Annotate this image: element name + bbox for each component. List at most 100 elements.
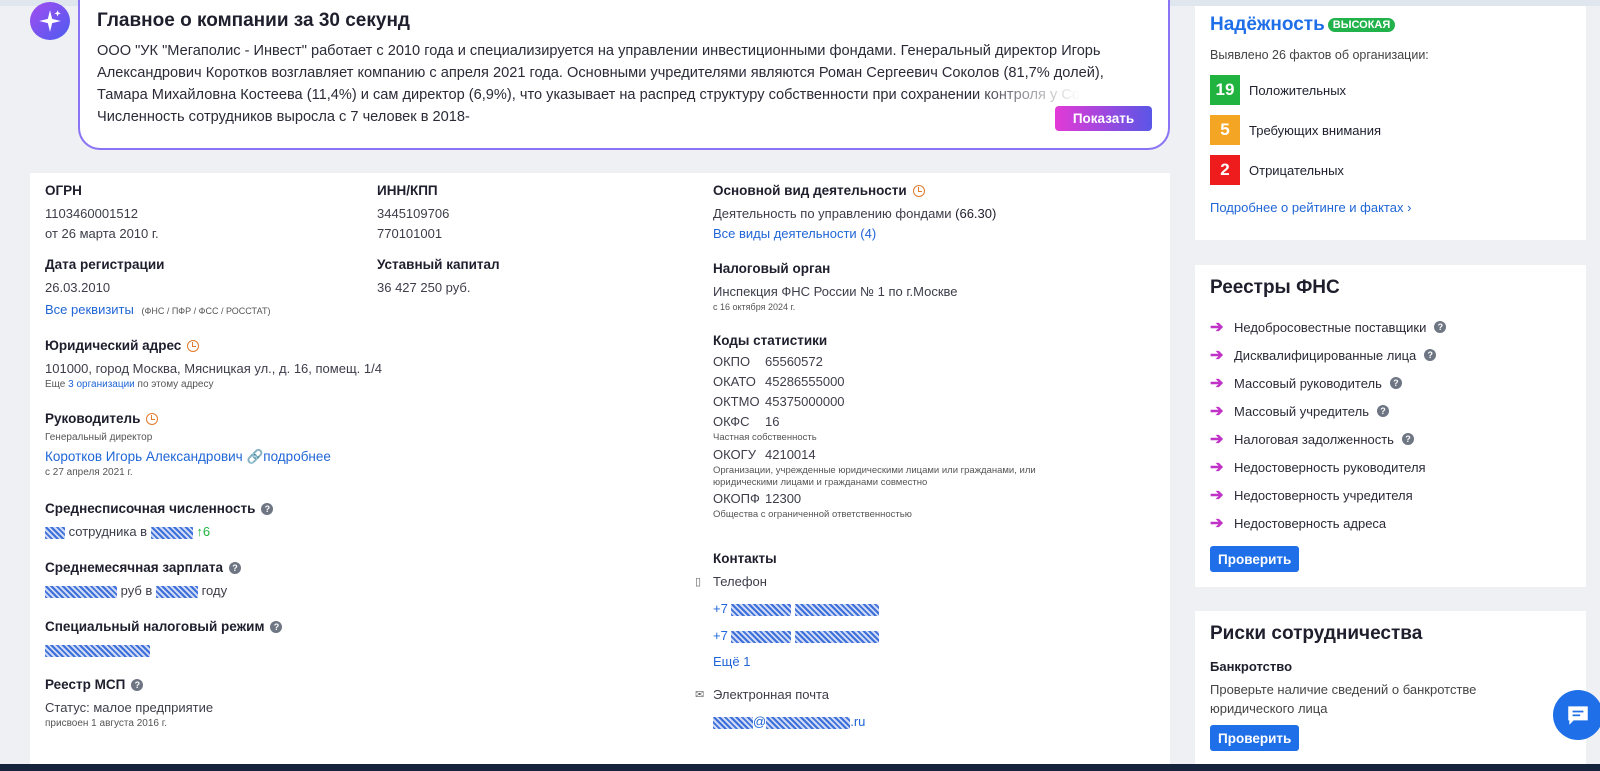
head-role: Генеральный директор [45,432,153,443]
capital-label: Уставный капитал [377,257,500,272]
phone-number-hidden[interactable] [795,603,880,616]
attention-facts-row[interactable]: 5 Требующих внимания [1210,110,1571,150]
tax-office-value: Инспекция ФНС России № 1 по г.Москве [713,284,958,299]
requisites-card: ОГРН 1103460001512 от 26 марта 2010 г. Д… [30,173,1170,764]
mail-icon: ✉ [695,689,705,701]
arrow-right-icon: ➔ [1210,459,1224,476]
help-icon[interactable]: ? [1434,321,1447,333]
inn-value: 3445109706 [377,206,450,221]
fns-register-item[interactable]: ➔ Недостоверность руководителя [1210,453,1571,481]
fns-register-label: Массовый учредитель [1234,403,1369,419]
summary-text: ООО "УК "Мегаполис - Инвест" работает с … [97,40,1152,128]
clock-icon[interactable] [912,184,925,197]
fns-register-item[interactable]: ➔ Налоговая задолженность ? [1210,425,1571,453]
help-icon[interactable]: ? [1376,405,1389,417]
okfs-key: ОКФС [713,414,750,429]
email-hidden[interactable] [766,716,851,729]
reliability-title: Надёжность [1210,14,1325,35]
fns-title: Реестры ФНС [1210,277,1340,298]
hidden-value[interactable] [45,585,117,598]
email-at[interactable]: @ [753,714,766,729]
show-summary-button[interactable]: Показать [1055,106,1152,131]
help-icon[interactable]: ? [1424,349,1437,361]
okato-key: ОКАТО [713,374,756,389]
bankrupt-label: Банкротство [1210,659,1293,674]
clock-icon[interactable] [146,412,159,425]
all-requisites-link[interactable]: Все реквизиты [45,302,134,317]
contacts-label: Контакты [713,551,777,566]
fns-check-button[interactable]: Проверить [1210,546,1300,572]
activity-label: Основной вид деятельности [713,183,907,198]
risks-title: Риски сотрудничества [1210,623,1423,644]
ai-sparkle-icon [30,2,70,40]
okopf-key: ОКОПФ [713,491,760,506]
negative-facts-row[interactable]: 2 Отрицательных [1210,150,1571,190]
hidden-value[interactable] [155,585,198,598]
email-hidden[interactable] [713,716,753,729]
capital-value: 36 427 250 руб. [377,280,471,295]
fns-register-item[interactable]: ➔ Недобросовестные поставщики ? [1210,313,1571,341]
head-name-link[interactable]: Коротков Игорь Александрович [45,449,243,464]
reg-date-value: 26.03.2010 [45,280,111,295]
headcount-label: Среднесписочная численность [45,501,256,516]
facts-found: Выявлено 26 фактов об организации: [1210,48,1429,62]
email-label: Электронная почта [713,687,830,702]
help-icon[interactable]: ? [131,678,144,691]
hidden-value[interactable] [45,526,65,539]
risks-panel: Риски сотрудничества Банкротство Проверь… [1195,611,1586,764]
rating-details-link[interactable]: Подробнее о рейтинге и фактах [1210,200,1403,215]
fns-register-label: Налоговая задолженность [1234,431,1394,447]
link-icon: 🔗 [246,449,264,464]
phone-prefix[interactable]: +7 [713,601,728,616]
positive-facts-row[interactable]: 19 Положительных [1210,70,1571,110]
okfs-note: Частная собственность [713,432,817,443]
reliability-panel: Надёжность ВЫСОКАЯ Выявлено 26 фактов об … [1195,6,1586,240]
all-activities-link[interactable]: Все виды деятельности (4) [713,224,1133,244]
help-icon[interactable]: ? [270,620,283,633]
help-icon[interactable]: ? [1389,377,1402,389]
fns-register-item[interactable]: ➔ Недостоверность адреса [1210,509,1571,537]
arrow-right-icon: ➔ [1210,319,1224,336]
oktmo-value: 45375000000 [765,394,845,409]
fns-register-label: Массовый руководитель [1234,375,1382,391]
phone-number-hidden[interactable] [731,603,792,616]
help-icon[interactable]: ? [1401,433,1414,445]
hidden-value[interactable] [150,526,193,539]
fns-register-item[interactable]: ➔ Недостоверность учредителя [1210,481,1571,509]
summary-title: Главное о компании за 30 секунд [97,10,410,31]
tax-office-label: Налоговый орган [713,261,831,276]
head-details-link[interactable]: подробнее [263,449,331,464]
more-phones-link[interactable]: Ещё 1 [713,652,1113,672]
phone-number-hidden[interactable] [795,630,880,643]
msp-assigned: присвоен 1 августа 2016 г. [45,718,167,729]
stat-codes-label: Коды статистики [713,333,828,348]
risks-check-button[interactable]: Проверить [1210,725,1300,751]
phone-label: Телефон [713,574,767,589]
attention-label: Требующих внимания [1249,122,1381,138]
fns-register-item[interactable]: ➔ Дисквалифицированные лица ? [1210,341,1571,369]
address-orgs-link[interactable]: 3 организации [68,379,135,390]
requisites-note: (ФНС / ПФР / ФСС / РОССТАТ) [141,306,271,316]
phone-number-hidden[interactable] [731,630,792,643]
hidden-value[interactable] [45,644,150,657]
kpp-value: 770101001 [377,226,443,241]
help-icon[interactable]: ? [261,502,274,515]
negative-label: Отрицательных [1249,162,1344,178]
fns-registers-panel: Реестры ФНС ➔ Недобросовестные поставщики… [1195,265,1586,587]
salary-text: руб в [120,583,153,598]
help-icon[interactable]: ? [229,561,242,574]
salary-label: Среднемесячная зарплата [45,560,224,575]
clock-icon[interactable] [187,339,200,352]
reg-date-label: Дата регистрации [45,257,165,272]
fns-register-label: Недостоверность адреса [1234,515,1387,531]
address-more-prefix: Еще [45,379,66,390]
ogrn-label: ОГРН [45,183,82,198]
email-tld[interactable]: .ru [850,714,865,729]
arrow-right-icon: ➔ [1210,515,1224,532]
fns-register-item[interactable]: ➔ Массовый руководитель ? [1210,369,1571,397]
chat-button[interactable] [1553,690,1600,740]
okfs-value: 16 [765,414,780,429]
phone-prefix[interactable]: +7 [713,628,728,643]
fns-register-item[interactable]: ➔ Массовый учредитель ? [1210,397,1571,425]
ai-summary-card: Главное о компании за 30 секунд ООО "УК … [78,0,1170,150]
